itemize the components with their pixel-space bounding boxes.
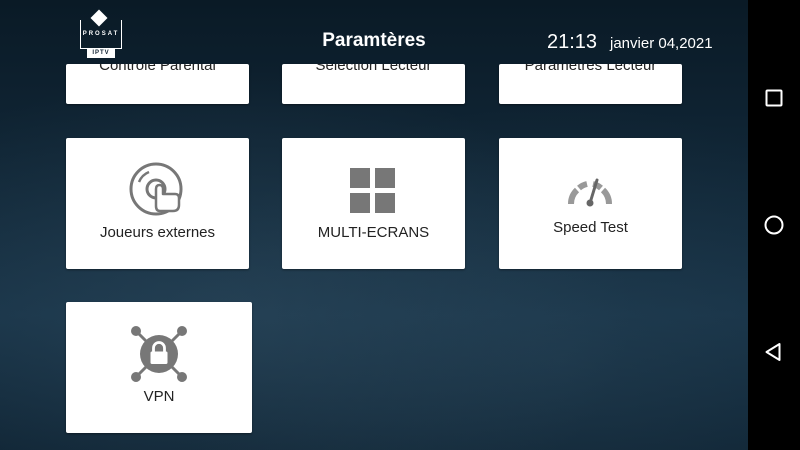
grid-icon [350,168,395,213]
speedometer-icon [567,178,613,207]
back-button[interactable] [748,326,800,378]
disc-hand-icon [129,162,183,216]
tile-label: MULTI-ECRANS [317,224,430,241]
header: PROSAT IPTV Paramtères 21:13 janvier 04,… [0,0,748,64]
prosat-logo: PROSAT IPTV [80,9,122,58]
logo-brand-text: PROSAT [82,31,120,37]
lock-network-icon [131,326,187,382]
tile-parental-control[interactable]: Contrôle Parental [66,64,249,104]
tile-player-settings[interactable]: Paramètres Lecteur [499,64,682,104]
clock: 21:13 [547,31,598,53]
triangle-back-icon [765,343,781,361]
circle-icon [764,215,784,235]
tile-speed-test[interactable]: Speed Test [499,138,682,269]
android-nav-bar [748,0,800,450]
settings-screen: PROSAT IPTV Paramtères 21:13 janvier 04,… [0,0,748,450]
tile-multiscreen[interactable]: MULTI-ECRANS [282,138,465,269]
logo-sub-text: IPTV [87,49,115,58]
page-title: Paramtères [322,30,426,51]
tile-external-players[interactable]: Joueurs externes [66,138,249,269]
tile-label: Contrôle Parental [99,64,216,74]
tile-label: VPN [143,388,175,405]
tile-label: Joueurs externes [99,224,216,241]
recents-button[interactable] [748,72,800,124]
tile-label: Sélection Lecteur [315,64,432,74]
tile-player-selection[interactable]: Sélection Lecteur [282,64,465,104]
square-icon [765,89,783,107]
tile-label: Speed Test [553,219,628,236]
screen: PROSAT IPTV Paramtères 21:13 janvier 04,… [0,0,800,450]
tile-label: Paramètres Lecteur [524,64,657,74]
tile-vpn[interactable]: VPN [66,302,252,433]
date: janvier 04,2021 [610,35,713,52]
home-button[interactable] [748,199,800,251]
